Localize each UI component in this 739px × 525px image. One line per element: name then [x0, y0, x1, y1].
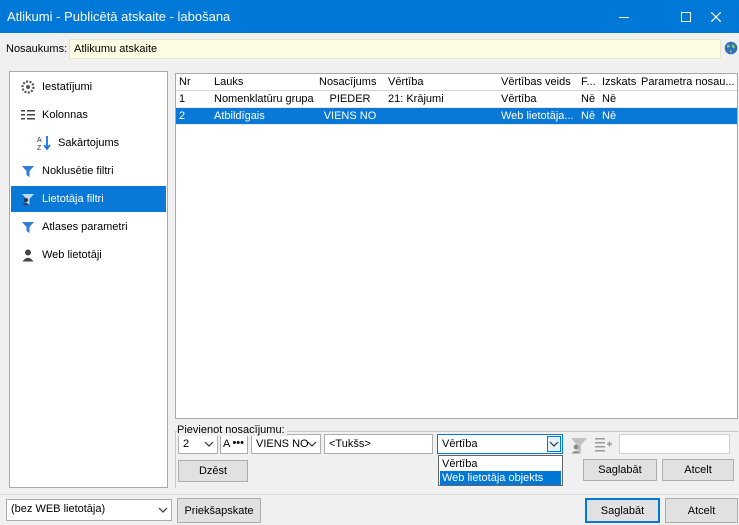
globe-icon[interactable]	[724, 41, 738, 55]
filter-icon	[19, 218, 37, 236]
name-field[interactable]: Atlikumu atskaite	[69, 39, 721, 59]
web-user-select-value: (bez WEB lietotāja)	[11, 503, 106, 515]
field-select[interactable]: A •••	[220, 434, 248, 454]
sidebar-item-label: Noklusētie filtri	[42, 165, 114, 177]
column-header[interactable]: Nr	[179, 76, 209, 88]
table-cell: Nē	[581, 93, 596, 105]
web-user-select[interactable]: (bez WEB lietotāja)	[6, 499, 172, 521]
table-row[interactable]: 1 Nomenklatūru grupa PIEDER 21: Krājumi …	[176, 91, 737, 108]
delete-button[interactable]: Dzēst	[178, 460, 248, 482]
table-cell: 2	[179, 110, 186, 122]
table-cell: Atbildīgais	[214, 110, 265, 122]
chevron-down-icon	[204, 441, 214, 447]
value-input[interactable]: <Tukšs>	[324, 434, 433, 454]
sidebar-item-label: Lietotāja filtri	[42, 193, 104, 205]
name-label: Nosaukums:	[6, 43, 68, 55]
column-header[interactable]: Izskats	[602, 76, 638, 88]
table-cell: Nomenklatūru grupa	[214, 93, 314, 105]
preview-button[interactable]: Priekšapskate	[177, 498, 261, 523]
gear-icon	[19, 78, 37, 96]
svg-text:Z: Z	[37, 145, 42, 151]
chevron-down-icon	[307, 441, 317, 447]
user-filter-icon	[19, 190, 37, 208]
cancel-button[interactable]: Atcelt	[665, 498, 738, 523]
column-header[interactable]: Vērtības veids	[501, 76, 577, 88]
close-icon	[711, 11, 721, 22]
sidebar-item-settings[interactable]: Iestatījumi	[11, 74, 166, 100]
value-type-select[interactable]: Vērtība	[437, 434, 563, 454]
table-cell: 1	[179, 93, 186, 105]
column-header[interactable]: Parametra nosau...	[641, 76, 737, 88]
filters-grid: Nr Lauks Nosacījums Vērtība Vērtības vei…	[175, 73, 738, 419]
user-icon	[19, 246, 37, 264]
condition-select-value: VIENS NO	[256, 438, 309, 450]
save-button[interactable]: Saglabāt	[585, 498, 660, 523]
svg-text:A: A	[37, 137, 42, 144]
table-row[interactable]: 2 Atbildīgais VIENS NO Web lietotāja... …	[176, 108, 737, 125]
nr-select-value: 2	[183, 438, 190, 450]
add-condition-legend: Pievienot nosacījumu:	[177, 424, 287, 436]
filter-icon	[19, 162, 37, 180]
column-header[interactable]: Lauks	[214, 76, 314, 88]
sort-az-icon: AZ	[35, 134, 53, 152]
column-header[interactable]: F...	[581, 76, 600, 88]
title-bar: Atlikumi - Publicētā atskaite - labošana	[0, 0, 739, 33]
table-cell: Nē	[602, 110, 617, 122]
sidebar-item-default-filters[interactable]: Noklusētie filtri	[11, 158, 166, 184]
name-bar: Nosaukums: Atlikumu atskaite	[0, 37, 739, 61]
condition-cancel-button[interactable]: Atcelt	[662, 459, 734, 481]
column-header[interactable]: Vērtība	[388, 76, 493, 88]
table-cell: Web lietotāja...	[501, 110, 574, 122]
close-button[interactable]	[693, 0, 739, 33]
minimize-button[interactable]	[601, 0, 647, 33]
sidebar-item-user-filters[interactable]: Lietotāja filtri	[11, 186, 166, 212]
sidebar-item-label: Sakārtojums	[58, 137, 120, 149]
condition-save-button[interactable]: Saglabāt	[583, 459, 657, 481]
sidebar-item-label: Web lietotāji	[42, 249, 102, 261]
window-title: Atlikumi - Publicētā atskaite - labošana	[7, 9, 231, 24]
sidebar-item-label: Iestatījumi	[42, 81, 93, 93]
user-filter-icon[interactable]	[570, 436, 588, 454]
sidebar-item-label: Kolonnas	[42, 109, 88, 121]
table-cell: Nē	[581, 110, 596, 122]
sidebar-item-columns[interactable]: Kolonnas	[11, 102, 166, 128]
sidebar-item-label: Atlases parametri	[42, 221, 128, 233]
dropdown-option[interactable]: Vērtība	[440, 457, 561, 471]
grid-header: Nr Lauks Nosacījums Vērtība Vērtības vei…	[176, 74, 737, 91]
table-cell: PIEDER	[329, 93, 371, 105]
table-cell: Vērtība	[501, 93, 537, 105]
table-cell: VIENS NO	[323, 110, 377, 122]
chevron-down-icon	[547, 436, 561, 452]
more-button[interactable]: •••	[232, 437, 244, 449]
columns-icon	[19, 106, 37, 124]
table-cell: Nē	[602, 93, 617, 105]
column-header[interactable]: Nosacījums	[319, 76, 381, 88]
sidebar-item-selection-parameters[interactable]: Atlases parametri	[11, 214, 166, 240]
list-add-icon[interactable]	[594, 436, 612, 454]
condition-select[interactable]: VIENS NO	[251, 434, 321, 454]
nr-select[interactable]: 2	[178, 434, 218, 454]
maximize-icon	[681, 11, 691, 22]
sidebar-item-sorting[interactable]: AZ Sakārtojums	[11, 130, 166, 156]
minimize-icon	[619, 16, 629, 18]
chevron-down-icon	[158, 507, 168, 513]
sidebar-item-web-users[interactable]: Web lietotāji	[11, 242, 166, 268]
sidebar: Iestatījumi Kolonnas AZ Sakārtojums Nokl…	[9, 71, 168, 488]
parameter-name-input[interactable]	[619, 434, 730, 454]
table-cell: 21: Krājumi	[388, 93, 444, 105]
value-type-select-value: Vērtība	[442, 438, 478, 450]
value-type-dropdown: Vērtība Web lietotāja objekts	[438, 455, 563, 486]
field-select-value: A	[223, 438, 231, 450]
dropdown-option-highlighted[interactable]: Web lietotāja objekts	[440, 471, 561, 485]
